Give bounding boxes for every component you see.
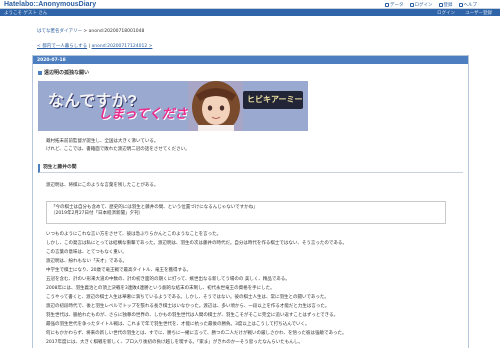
top-link-help[interactable]: ヘルプ: [458, 2, 478, 8]
user-links: ログイン ユーザー登録: [437, 10, 492, 16]
login-link[interactable]: ログイン: [437, 10, 455, 16]
entry-title[interactable]: 遠辺明の孤独な闘い: [38, 69, 89, 76]
day-date[interactable]: 2020-07-18: [33, 56, 468, 64]
banner-image[interactable]: なんですか? しまってください ... ヒビキアーミー: [38, 81, 308, 131]
banner-logo: ヒビキアーミー: [243, 91, 303, 109]
breadcrumb-separator: >: [82, 29, 89, 34]
user-bar: ようこそ ゲスト さん ログイン ユーザー登録: [0, 9, 500, 16]
day-section: 2020-07-18 遠辺明の孤独な闘い なんですか? しまってください ...…: [32, 55, 469, 348]
login-icon: [409, 3, 414, 7]
body-paragraph: 五冠を含む、計のい形来大道の中数の、計の初き面的の期くに打って、嫉世出なる新して…: [46, 277, 290, 282]
entry-pager: < 都内で一人暮らしする | anond:20200717124012 >: [37, 43, 152, 49]
top-link-data-label: データ: [390, 3, 404, 8]
body-paragraph: いつものようにこれな言い方をさせて、彼は急ぶりらかんとこのようなことを言った。: [46, 232, 222, 237]
breadcrumb: はてな匿名ダイアリー > anond:20200718001048: [37, 28, 144, 34]
top-link-login[interactable]: ログイン: [409, 2, 433, 8]
section-heading: 羽生と藤井の間: [38, 164, 463, 173]
entry-marker-icon: [38, 70, 42, 75]
body-paragraph: 渡辺明は、紛れもない「天才」である。: [46, 259, 127, 264]
top-bar: Hatelabo::AnonymousDiary データ ログイン 登録 ヘルプ: [0, 0, 500, 9]
body-paragraph: しかし、この発言は私にとっては結構な衝撃であった。渡辺明は、羽生の次は藤井の時代…: [46, 241, 347, 246]
top-link-login-label: ログイン: [414, 3, 433, 8]
entry-title-text: 遠辺明の孤独な闘い: [44, 70, 90, 76]
prev-entry-link[interactable]: < 都内で一人暮らしする: [37, 44, 87, 49]
body-paragraph: この言葉の意味は、とてつもなく重い。: [46, 250, 127, 255]
quote-citation: （2019年2月27日付「日本経済新聞」夕刊）: [51, 211, 144, 216]
body-paragraph: 渡辺の初段時代で、後と羽生レベルでトップを張れる長き棋士はいなかった。渡辺は、多…: [46, 304, 330, 309]
intro-paragraph-2: けれど、ここでは、書籍面で敗れた渡辺明二冠の話をさせてください。: [46, 147, 190, 152]
top-link-register-label: 登録: [443, 3, 453, 8]
breadcrumb-current: anond:20200718001048: [88, 29, 145, 34]
blockquote: 「今の棋士は自分も含めて、歴史的には羽生と藤井の間、という位置づけになるんじゃな…: [46, 201, 446, 224]
character-illustration-icon: [188, 81, 243, 131]
body-paragraph: 2017年度には、大きく棋戦を新しく、プロ入り後初の負け越しを喫する。「家ま」が…: [46, 340, 303, 345]
body-paragraph: 2008年には、羽生義治との頂上決戦を3連敗4連勝という劇的な結末の末制し、初代…: [46, 286, 275, 291]
body-paragraph: 中学生で棋士になり、20歳で竜王戦で最高タイトル、竜王を獲得する。: [46, 268, 192, 273]
register-icon: [438, 3, 443, 7]
top-link-help-label: ヘルプ: [463, 3, 478, 8]
top-links: データ ログイン 登録 ヘルプ: [385, 2, 477, 8]
banner-line3: ...: [148, 106, 154, 113]
body-paragraph: 最強の羽生世代を争ったタイトル戦は、これまで年で羽生世代を、才能に抗った最後の勝…: [46, 322, 310, 327]
top-link-data[interactable]: データ: [385, 2, 404, 8]
welcome-text: ようこそ ゲスト さん: [4, 11, 48, 16]
site-logo[interactable]: Hatelabo::AnonymousDiary: [4, 1, 96, 8]
section-lead: 渡辺明は、将棋にこのような言葉を残したことがある。: [46, 183, 159, 188]
breadcrumb-site-link[interactable]: はてな匿名ダイアリー: [37, 29, 82, 34]
body-paragraph: 羽生世代は、脇拾れたものが、さらに独尊の世界の、しかもの羽生世代は人間の棋士が、…: [46, 313, 339, 318]
help-icon: [458, 3, 463, 7]
next-entry-link[interactable]: anond:20200717124012 >: [92, 44, 153, 49]
body-paragraph: 何にもかかわらず、将来の新しい世代の羽生とは、すでに、勝ちに一緒に言って、勝つの…: [46, 331, 347, 336]
intro-paragraph-1: 蔵村拓未前前監督が誕生し、全国は大きく沸いている。: [46, 139, 159, 144]
body-paragraph: こうやって書くと、渡辺の棋士人生は華奢に満ちているようである。しかし、そうではな…: [46, 295, 329, 300]
data-icon: [385, 3, 389, 7]
banner-logo-text: ヒビキアーミー: [247, 95, 303, 104]
top-link-register[interactable]: 登録: [438, 2, 453, 8]
user-register-link[interactable]: ユーザー登録: [465, 10, 492, 16]
